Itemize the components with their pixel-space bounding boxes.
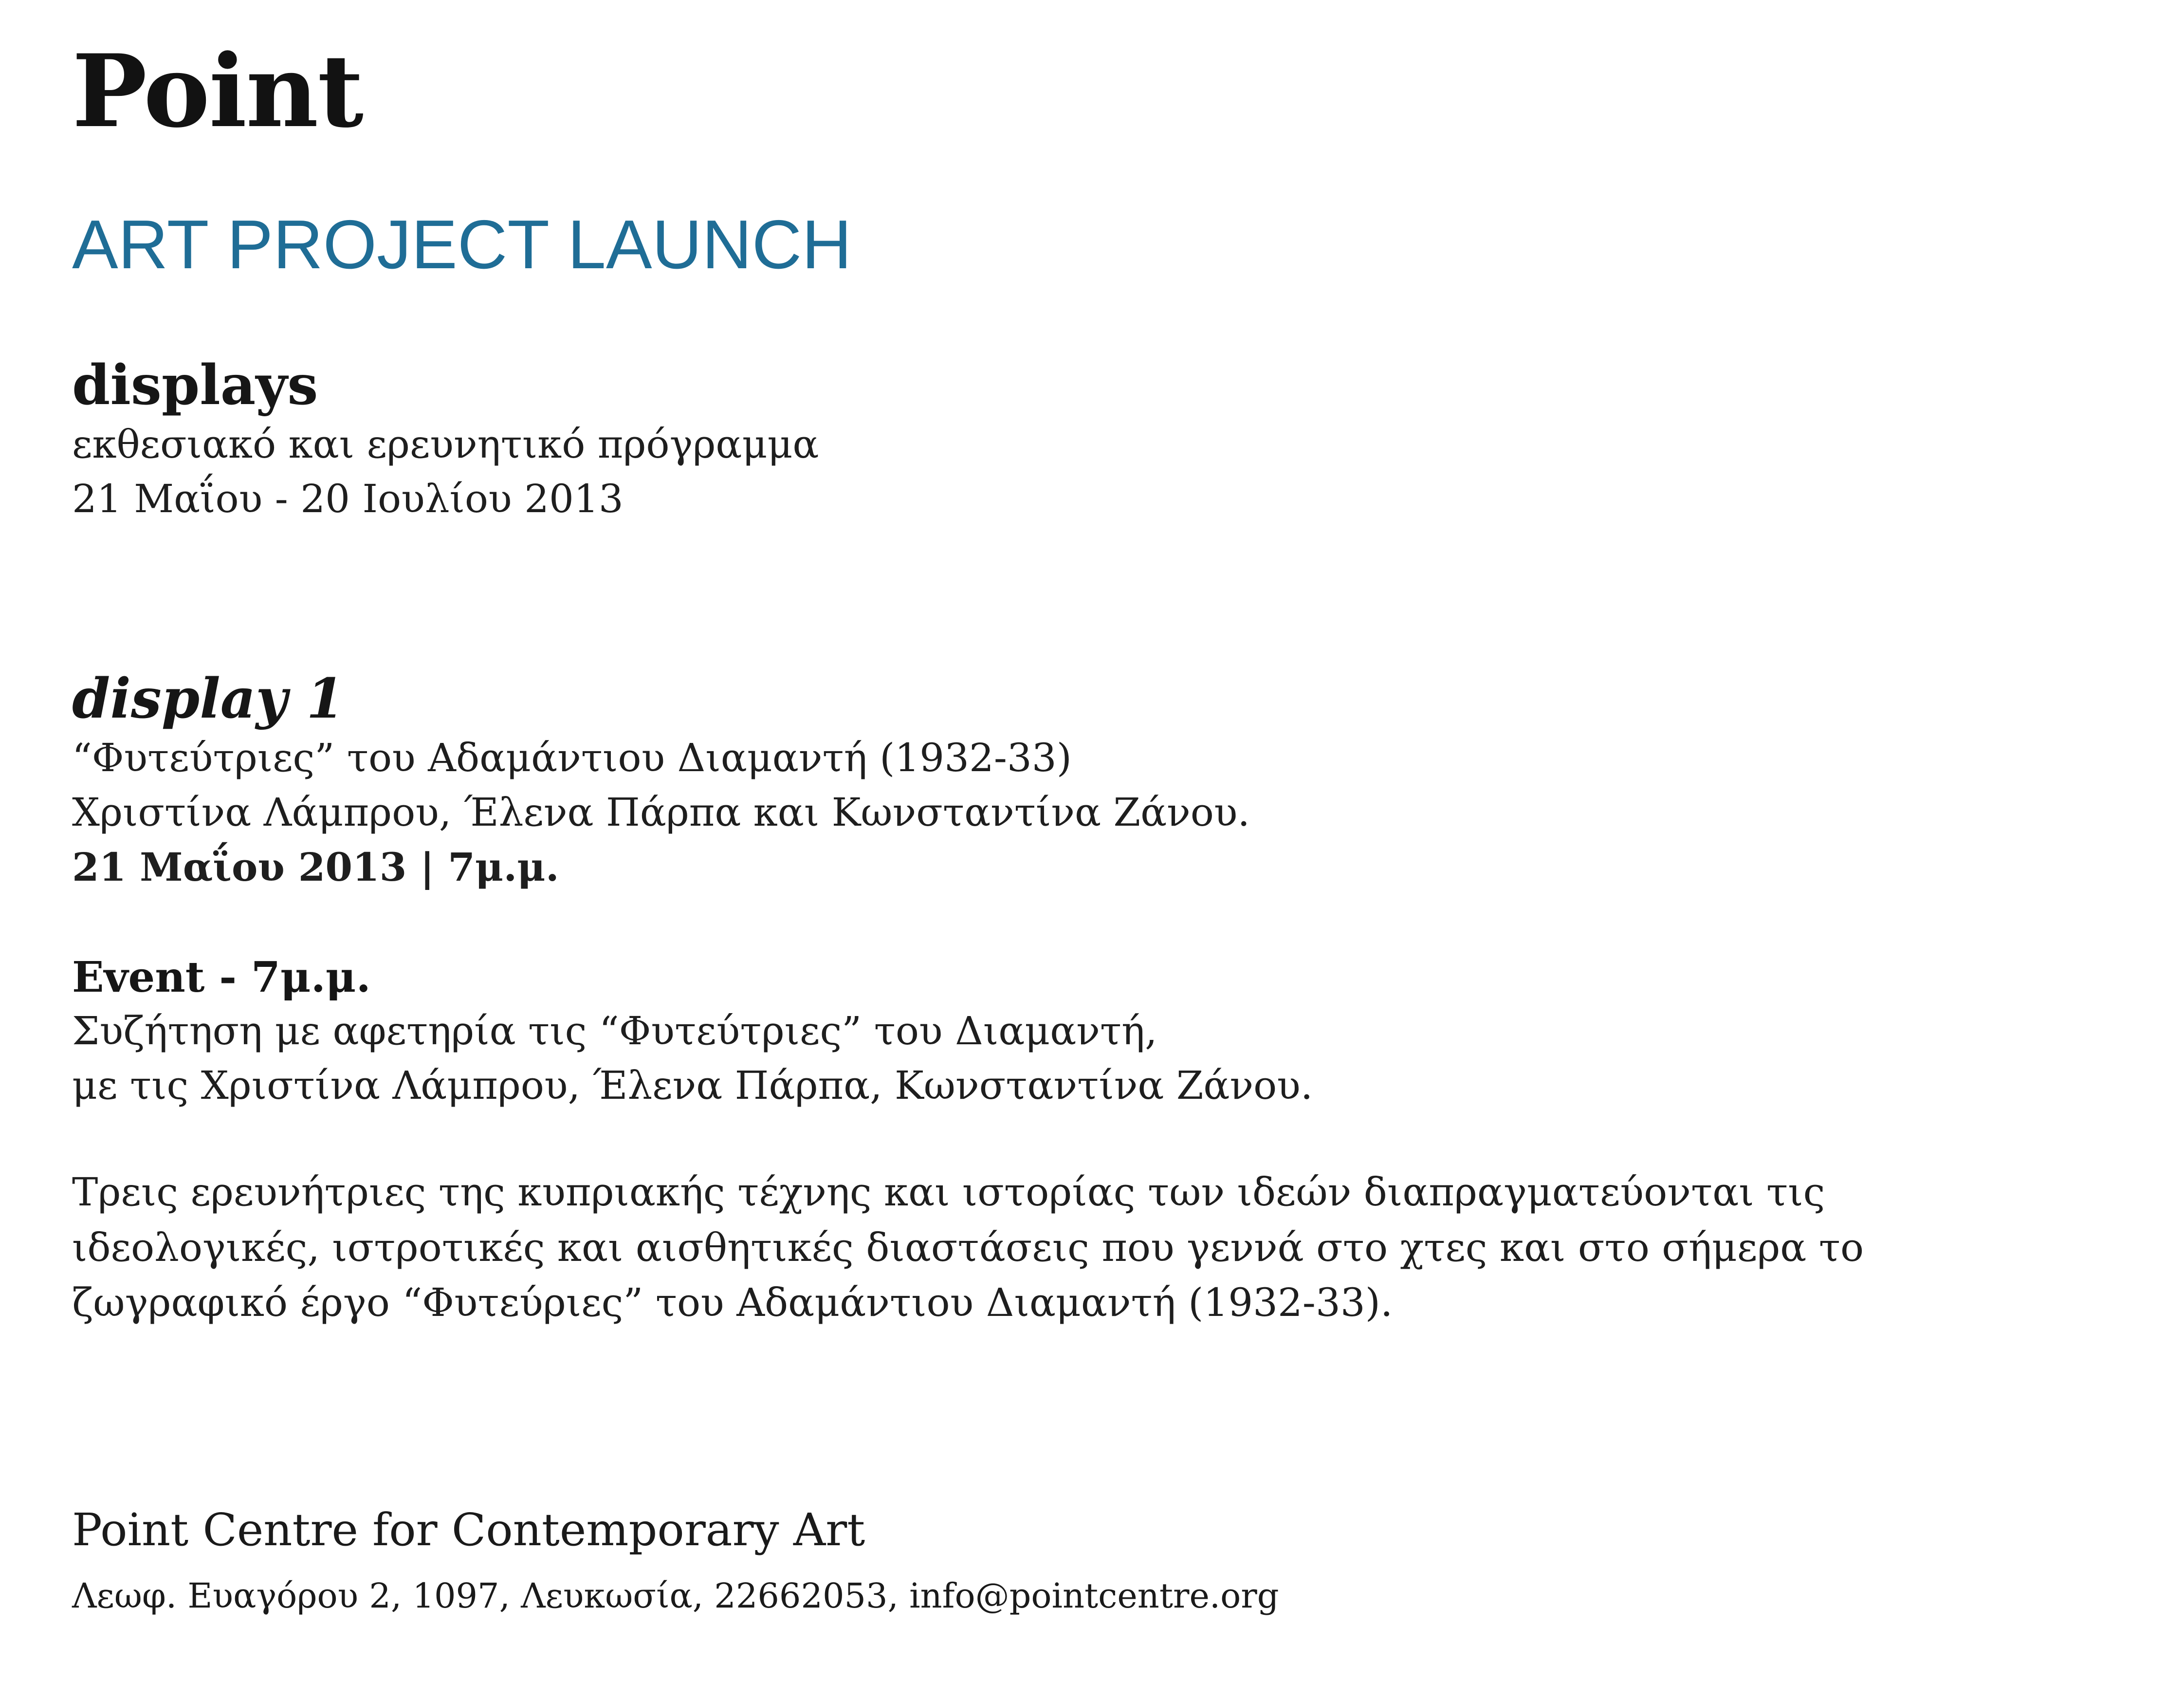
headline: ART PROJECT LAUNCH — [72, 206, 852, 283]
event-section: Event - 7μ.μ. Συζήτηση με αφετηρία τις “… — [72, 951, 1313, 1113]
invitation-card: Point ART PROJECT LAUNCH displays εκθεσι… — [0, 0, 2184, 1683]
description-paragraph: Τρεις ερευνήτριες της κυπριακής τέχνης κ… — [72, 1165, 1864, 1331]
displays-subtitle: εκθεσιακό και ερευνητικό πρόγραμμα — [72, 421, 819, 467]
displays-title: displays — [72, 353, 318, 417]
display1-section: display 1 “Φυτεύτριες” του Αδαμάντιου Δι… — [72, 667, 1250, 894]
display1-researchers: Χριστίνα Λάμπρου, Έλενα Πάρπα και Κωνστα… — [72, 789, 1250, 835]
display1-work: “Φυτεύτριες” του Αδαμάντιου Διαμαντή (19… — [72, 735, 1072, 780]
displays-dates: 21 Μαΐου - 20 Ιουλίου 2013 — [72, 476, 624, 521]
displays-section: displays εκθεσιακό και ερευνητικό πρόγρα… — [72, 354, 819, 526]
point-logo: Point — [72, 33, 364, 150]
display1-datetime: 21 Μαΐου 2013 | 7μ.μ. — [72, 844, 559, 890]
event-title: Event - 7μ.μ. — [72, 953, 371, 1002]
event-line-1: Συζήτηση με αφετηρία τις “Φυτεύτριες” το… — [72, 1008, 1157, 1054]
event-line-2: με τις Χριστίνα Λάμπρου, Έλενα Πάρπα, Κω… — [72, 1062, 1313, 1108]
display1-title: display 1 — [72, 667, 345, 731]
footer-organization: Point Centre for Contemporary Art — [72, 1504, 865, 1556]
description-line-1: Τρεις ερευνήτριες της κυπριακής τέχνης κ… — [72, 1169, 1825, 1215]
footer: Point Centre for Contemporary Art Λεωφ. … — [72, 1503, 1279, 1616]
description-line-2: ιδεολογικές, ιστροτικές και αισθητικές δ… — [72, 1224, 1864, 1270]
footer-address: Λεωφ. Ευαγόρου 2, 1097, Λευκωσία, 226620… — [72, 1576, 1279, 1616]
description-line-3: ζωγραφικό έργο “Φυτεύριες” του Αδαμάντιο… — [72, 1280, 1393, 1326]
